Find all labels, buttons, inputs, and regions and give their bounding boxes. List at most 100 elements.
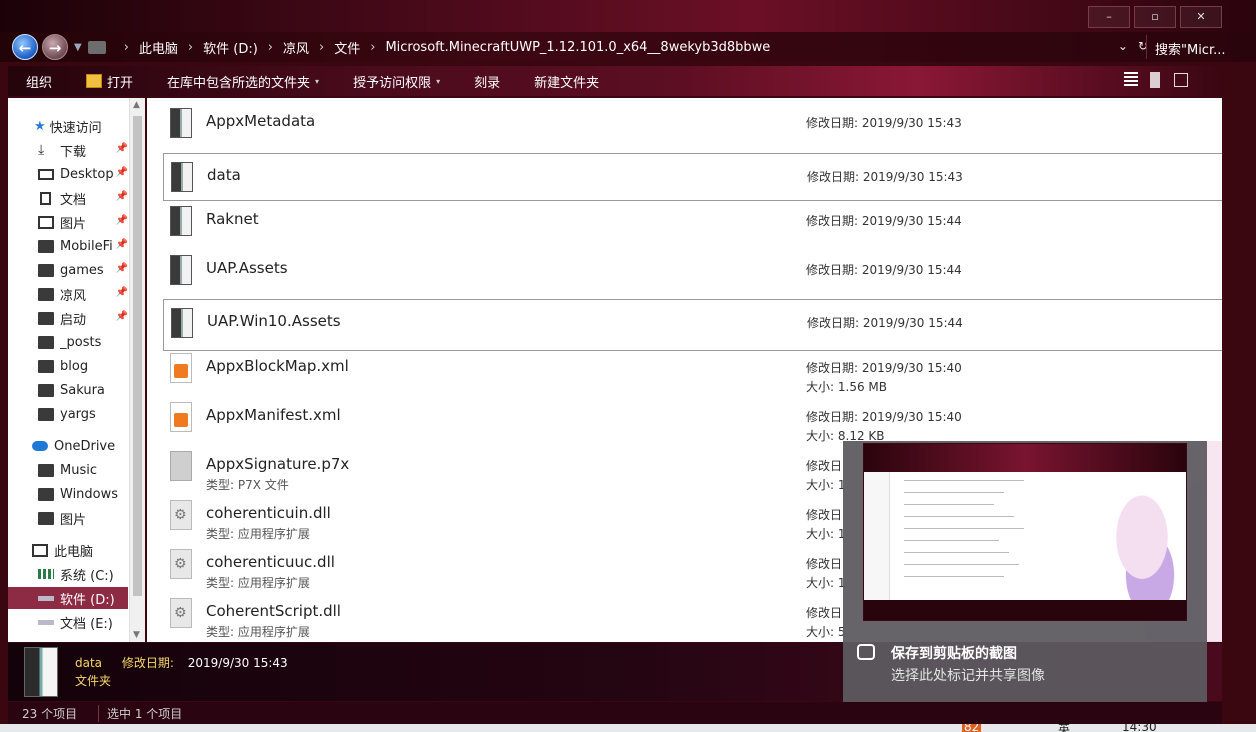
file-name: AppxSignature.p7x bbox=[206, 455, 350, 473]
nav-item-drive-c[interactable]: 系统 (C:) bbox=[38, 563, 128, 585]
change-view-icon[interactable] bbox=[1124, 72, 1138, 88]
screenshot-notification[interactable]: 保存到剪贴板的截图 选择此处标记并共享图像 bbox=[843, 441, 1207, 702]
details-type: 文件夹 bbox=[75, 674, 112, 688]
breadcrumb-item[interactable]: 文件 bbox=[334, 38, 360, 57]
nav-item-sakura[interactable]: Sakura bbox=[38, 379, 128, 401]
nav-label: blog bbox=[60, 358, 89, 374]
folder-icon bbox=[170, 206, 192, 236]
thumbnail-taskbar bbox=[864, 600, 1186, 620]
scroll-down-icon[interactable]: ▼ bbox=[133, 630, 140, 640]
breadcrumb-item[interactable]: 此电脑 bbox=[139, 38, 178, 57]
nav-item-windows[interactable]: Windows bbox=[38, 483, 128, 505]
grant-access-menu[interactable]: 授予访问权限 ▾ bbox=[335, 72, 456, 91]
folder-icon bbox=[170, 255, 192, 285]
nav-item-pictures[interactable]: 图片 📌 bbox=[38, 211, 128, 233]
pin-icon[interactable]: 📌 bbox=[116, 263, 128, 274]
nav-item-desktop[interactable]: Desktop 📌 bbox=[38, 163, 128, 185]
organize-menu[interactable]: 组织 bbox=[8, 72, 68, 91]
file-name: AppxBlockMap.xml bbox=[206, 357, 349, 375]
scrollbar-thumb[interactable] bbox=[133, 116, 142, 596]
drive-icon bbox=[38, 569, 54, 579]
nav-scrollbar[interactable]: ▲ ▼ bbox=[129, 98, 145, 642]
preview-pane-icon[interactable] bbox=[1150, 72, 1160, 88]
back-button[interactable]: ← bbox=[12, 34, 38, 60]
include-library-menu[interactable]: 在库中包含所选的文件夹 ▾ bbox=[149, 72, 335, 91]
list-item[interactable]: Raknet 修改日期: 2019/9/30 15:44 bbox=[163, 198, 1222, 246]
breadcrumb-item[interactable]: Microsoft.MinecraftUWP_1.12.101.0_x64__8… bbox=[385, 40, 770, 55]
minimize-button[interactable]: – bbox=[1088, 6, 1130, 28]
nav-label: 此电脑 bbox=[54, 544, 94, 560]
nav-item-yargs[interactable]: yargs bbox=[38, 403, 128, 425]
screenshot-thumbnail[interactable] bbox=[863, 443, 1187, 621]
maximize-button[interactable]: ▫ bbox=[1134, 6, 1176, 28]
burn-button[interactable]: 刻录 bbox=[456, 72, 516, 91]
pin-icon[interactable]: 📌 bbox=[116, 311, 128, 322]
nav-item-downloads[interactable]: ⤓ 下载 📌 bbox=[38, 139, 128, 161]
nav-item-onedrive-pictures[interactable]: 图片 bbox=[38, 507, 128, 529]
thumbnail-line bbox=[904, 576, 1004, 577]
file-size: 大小: 1 bbox=[806, 478, 846, 492]
breadcrumb-chevron-icon: › bbox=[187, 39, 194, 55]
close-button[interactable]: ✕ bbox=[1180, 6, 1222, 28]
nav-item-blog[interactable]: blog bbox=[38, 355, 128, 377]
chevron-down-icon: ▾ bbox=[436, 76, 441, 86]
nav-item-games[interactable]: games 📌 bbox=[38, 259, 128, 281]
search-input[interactable]: 搜索"Micr... bbox=[1146, 35, 1256, 59]
file-name: coherenticuin.dll bbox=[206, 504, 331, 522]
file-type: 类型: 应用程序扩展 bbox=[206, 576, 310, 590]
pin-icon[interactable]: 📌 bbox=[116, 143, 128, 154]
burn-label: 刻录 bbox=[474, 75, 501, 91]
file-icon bbox=[170, 451, 192, 481]
nav-item-posts[interactable]: _posts bbox=[38, 331, 128, 353]
nav-item-mobilefi[interactable]: MobileFi 📌 bbox=[38, 235, 128, 257]
taskbar: 82 英 14:30 bbox=[0, 724, 1256, 732]
pin-icon[interactable]: 📌 bbox=[116, 239, 128, 250]
new-folder-button[interactable]: 新建文件夹 bbox=[516, 72, 615, 91]
list-item[interactable]: AppxBlockMap.xml 修改日期: 2019/9/30 15:40 大… bbox=[163, 345, 1222, 394]
help-icon[interactable] bbox=[1174, 73, 1188, 87]
list-item[interactable]: data 修改日期: 2019/9/30 15:43 bbox=[163, 153, 1222, 201]
nav-label: Windows bbox=[60, 486, 119, 502]
forward-button[interactable]: → bbox=[42, 34, 68, 60]
pin-icon[interactable]: 📌 bbox=[116, 167, 128, 178]
list-item[interactable]: UAP.Assets 修改日期: 2019/9/30 15:44 bbox=[163, 247, 1222, 295]
file-size: 大小: 1 bbox=[806, 576, 846, 590]
file-date: 修改日 bbox=[806, 508, 843, 522]
recent-locations-dropdown-icon[interactable]: ▼ bbox=[74, 42, 82, 53]
nav-item-documents[interactable]: 文档 📌 bbox=[38, 187, 128, 209]
ime-indicator[interactable]: 英 bbox=[1058, 724, 1070, 732]
nav-item-drive-d[interactable]: 软件 (D:) bbox=[8, 587, 128, 609]
file-date: 修改日 bbox=[806, 606, 843, 620]
nav-item-liangfeng[interactable]: 凉风 📌 bbox=[38, 283, 128, 305]
pin-icon[interactable]: 📌 bbox=[116, 215, 128, 226]
nav-item-startup[interactable]: 启动 📌 bbox=[38, 307, 128, 329]
list-item[interactable]: AppxManifest.xml 修改日期: 2019/9/30 15:40 大… bbox=[163, 394, 1222, 443]
thumbnail-line bbox=[904, 480, 1024, 481]
breadcrumb-item[interactable]: 凉风 bbox=[283, 38, 309, 57]
grant-access-label: 授予访问权限 bbox=[353, 75, 432, 91]
clock[interactable]: 14:30 bbox=[1122, 724, 1157, 732]
item-count: 23 个项目 bbox=[22, 707, 78, 721]
nav-label: 快速访问 bbox=[49, 120, 102, 136]
breadcrumb-item[interactable]: 软件 (D:) bbox=[203, 38, 258, 57]
background-character-art-edge bbox=[1207, 441, 1222, 641]
list-item[interactable]: AppxMetadata 修改日期: 2019/9/30 15:43 bbox=[163, 100, 1222, 148]
list-item[interactable]: UAP.Win10.Assets 修改日期: 2019/9/30 15:44 bbox=[163, 299, 1222, 351]
breadcrumb[interactable]: › 此电脑 › 软件 (D:) › 凉风 › 文件 › Microsoft.Mi… bbox=[114, 38, 771, 57]
folder-icon bbox=[171, 162, 193, 192]
new-folder-label: 新建文件夹 bbox=[534, 75, 600, 91]
nav-item-drive-e[interactable]: 文档 (E:) bbox=[38, 611, 128, 633]
address-dropdown-icon[interactable]: ⌄ bbox=[1118, 39, 1128, 53]
breadcrumb-chevron-icon: › bbox=[319, 39, 325, 55]
nav-label: OneDrive bbox=[54, 438, 116, 454]
nav-item-music[interactable]: Music bbox=[38, 459, 128, 481]
nav-label: 文档 (E:) bbox=[60, 616, 113, 632]
details-date-label: 修改日期: bbox=[121, 656, 174, 670]
details-summary: data 修改日期: 2019/9/30 15:43 bbox=[75, 654, 288, 671]
thumbnail-line bbox=[904, 516, 1014, 517]
navigation-pane: ★ 快速访问 ⤓ 下载 📌 Desktop 📌 文档 📌 图片 📌 Mobile… bbox=[8, 98, 145, 642]
pin-icon[interactable]: 📌 bbox=[116, 287, 128, 298]
open-button[interactable]: 打开 bbox=[68, 72, 149, 91]
pin-icon[interactable]: 📌 bbox=[116, 191, 128, 202]
scroll-up-icon[interactable]: ▲ bbox=[133, 100, 140, 110]
